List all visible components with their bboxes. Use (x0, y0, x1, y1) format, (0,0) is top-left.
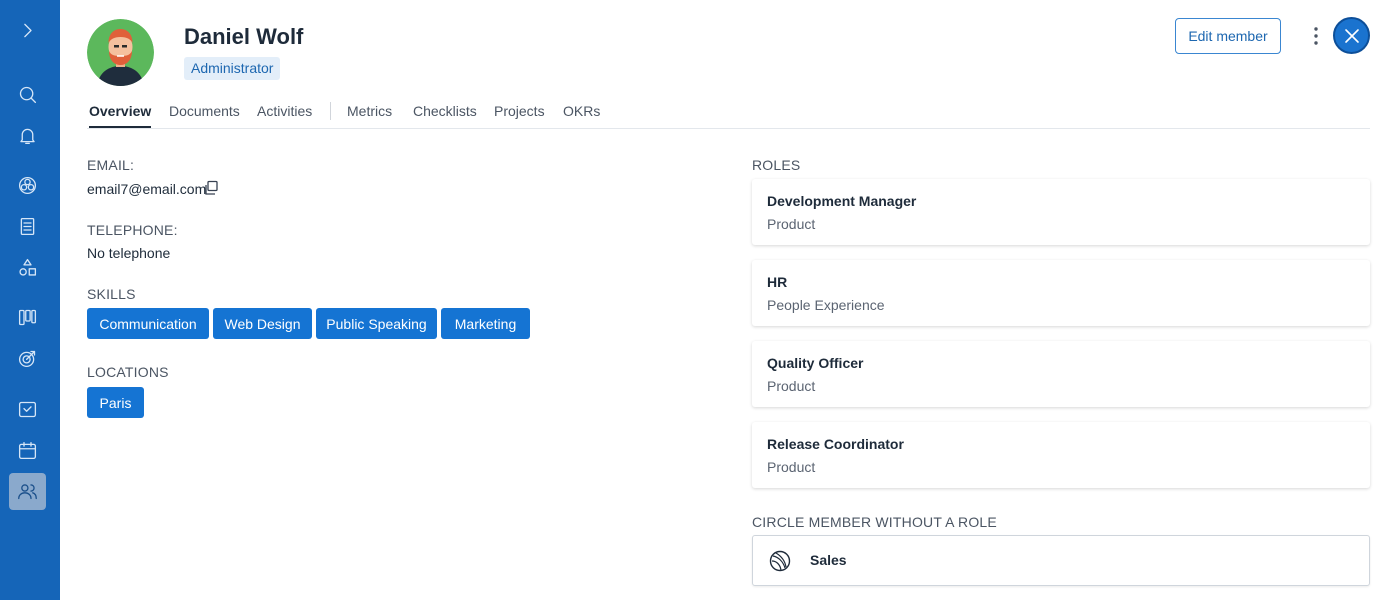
close-button[interactable] (1333, 17, 1370, 54)
tab-projects[interactable]: Projects (494, 103, 545, 119)
inbox-button[interactable] (9, 391, 46, 428)
circle-member-label: CIRCLE MEMBER WITHOUT A ROLE (752, 514, 997, 530)
circles-button[interactable] (9, 167, 46, 204)
tab-checklists[interactable]: Checklists (413, 103, 477, 119)
chevron-right-icon (24, 23, 32, 38)
search-button[interactable] (9, 76, 46, 113)
bell-icon (20, 128, 35, 145)
role-card[interactable]: Quality Officer Product (752, 341, 1370, 407)
member-name: Daniel Wolf (184, 24, 304, 49)
users-icon (18, 484, 37, 500)
role-card[interactable]: HR People Experience (752, 260, 1370, 326)
skill-chip[interactable]: Web Design (213, 308, 312, 339)
role-badge: Administrator (184, 57, 281, 80)
copy-email-button[interactable] (203, 180, 219, 196)
document-list-icon (20, 217, 35, 236)
role-card[interactable]: Release Coordinator Product (752, 422, 1370, 488)
documents-button[interactable] (9, 208, 46, 245)
search-icon (19, 86, 37, 104)
copy-icon (205, 180, 218, 195)
vertical-dots-icon (1314, 27, 1318, 45)
tab-okrs[interactable]: OKRs (563, 103, 600, 119)
role-circle: Product (767, 459, 816, 475)
locations-label: LOCATIONS (87, 364, 169, 380)
members-button[interactable] (9, 473, 46, 510)
tab-metrics[interactable]: Metrics (347, 103, 392, 119)
sidebar (0, 0, 60, 600)
role-title: HR (767, 274, 788, 290)
avatar (87, 19, 154, 86)
tab-bar: Overview Documents Activities Metrics Ch… (87, 98, 1370, 129)
role-card[interactable]: Development Manager Product (752, 179, 1370, 245)
skill-chip[interactable]: Marketing (441, 308, 530, 339)
role-circle: People Experience (767, 297, 885, 313)
skill-chip[interactable]: Public Speaking (316, 308, 437, 339)
boards-button[interactable] (9, 299, 46, 336)
roles-label: ROLES (752, 157, 801, 173)
role-title: Release Coordinator (767, 436, 904, 452)
calendar-button[interactable] (9, 432, 46, 469)
tab-overview[interactable]: Overview (89, 103, 152, 128)
circle-name: Sales (810, 552, 847, 568)
role-title: Quality Officer (767, 355, 864, 371)
email-value: email7@email.com (87, 181, 207, 197)
kanban-icon (18, 309, 37, 326)
skill-chip[interactable]: Communication (87, 308, 209, 339)
circle-icon (769, 550, 791, 572)
tab-documents[interactable]: Documents (169, 103, 240, 119)
calendar-icon (18, 441, 37, 460)
goals-button[interactable] (9, 340, 46, 377)
expand-sidebar-button[interactable] (9, 12, 46, 49)
more-options-button[interactable] (1306, 22, 1326, 50)
edit-member-button[interactable]: Edit member (1175, 18, 1281, 54)
role-circle: Product (767, 378, 816, 394)
tab-activities[interactable]: Activities (257, 103, 312, 119)
structure-button[interactable] (9, 249, 46, 286)
target-icon (18, 350, 36, 368)
location-chip[interactable]: Paris (87, 387, 144, 418)
circle-card[interactable]: Sales (752, 535, 1370, 586)
circles-icon (18, 176, 37, 195)
telephone-label: TELEPHONE: (87, 222, 178, 238)
skills-label: SKILLS (87, 286, 136, 302)
telephone-value: No telephone (87, 245, 171, 261)
email-label: EMAIL: (87, 157, 135, 173)
notifications-button[interactable] (9, 117, 46, 154)
close-icon (1344, 28, 1359, 43)
inbox-check-icon (18, 401, 37, 418)
shapes-icon (19, 258, 37, 276)
role-title: Development Manager (767, 193, 917, 209)
tab-divider (330, 102, 331, 120)
role-circle: Product (767, 216, 816, 232)
